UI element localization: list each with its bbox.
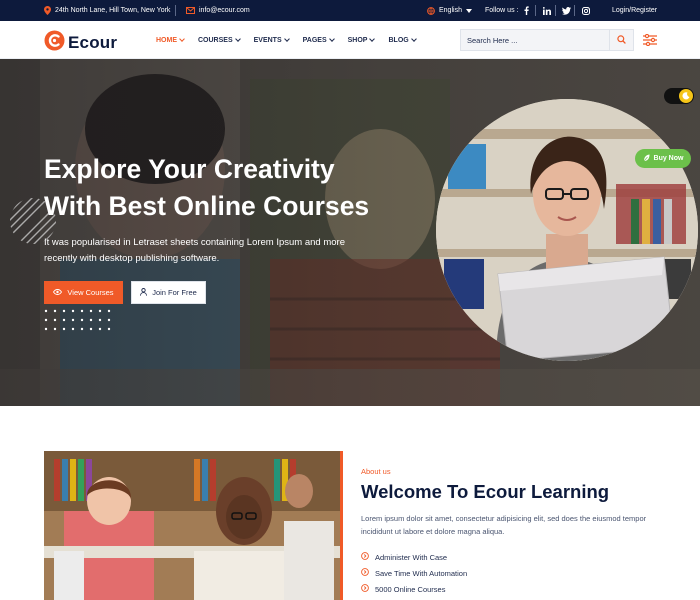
location-pin-icon xyxy=(44,6,51,15)
nav-label: COURSES xyxy=(198,36,233,44)
hero-title: Explore Your Creativity With Best Online… xyxy=(44,151,424,225)
twitter-icon[interactable] xyxy=(562,0,571,21)
arrow-circle-icon xyxy=(361,552,369,562)
nav-item-pages[interactable]: PAGES xyxy=(302,36,335,44)
list-item-label: 5000 Online Courses xyxy=(375,584,446,594)
about-students-image xyxy=(44,451,341,600)
search-box xyxy=(460,29,634,51)
divider xyxy=(555,5,556,16)
linkedin-icon[interactable] xyxy=(543,0,551,21)
main-nav: HOME COURSES EVENTS PAGES SHOP BLOG xyxy=(156,21,430,59)
envelope-icon xyxy=(186,7,195,14)
nav-label: SHOP xyxy=(347,36,368,44)
moon-icon xyxy=(679,89,693,103)
divider xyxy=(574,5,575,16)
language-selector[interactable]: English xyxy=(427,0,472,21)
nav-item-events[interactable]: EVENTS xyxy=(253,36,290,44)
about-title: Welcome To Ecour Learning xyxy=(361,481,610,502)
nav-label: PAGES xyxy=(302,36,327,44)
about-description: Lorem ipsum dolor sit amet, consectetur … xyxy=(361,514,647,536)
chevron-down-icon xyxy=(410,36,417,42)
hero-title-line1: Explore Your Creativity xyxy=(44,154,335,184)
logo[interactable]: Ecour xyxy=(44,30,117,56)
login-register-link[interactable]: Login/Register xyxy=(612,0,657,21)
about-kicker: About us xyxy=(361,467,391,476)
follow-label: Follow us : xyxy=(485,7,519,14)
facebook-icon[interactable] xyxy=(524,0,529,21)
view-courses-button[interactable]: View Courses xyxy=(44,281,123,304)
arrow-circle-icon xyxy=(361,568,369,578)
nav-item-blog[interactable]: BLOG xyxy=(388,36,417,44)
buy-now-button[interactable]: Buy Now xyxy=(635,149,691,168)
search-input[interactable] xyxy=(461,30,611,50)
divider xyxy=(175,5,176,16)
logo-mark-icon xyxy=(44,30,65,56)
address-text: 24th North Lane, Hill Town, New York xyxy=(55,7,171,14)
chevron-down-icon xyxy=(328,36,335,42)
email-item[interactable]: info@ecour.com xyxy=(186,0,250,21)
theme-toggle[interactable] xyxy=(664,88,694,104)
leaf-icon xyxy=(643,154,650,164)
nav-label: EVENTS xyxy=(253,36,282,44)
nav-item-shop[interactable]: SHOP xyxy=(347,36,376,44)
globe-icon xyxy=(427,6,435,15)
nav-item-courses[interactable]: COURSES xyxy=(198,36,241,44)
hero-student-image xyxy=(436,99,698,361)
nav-item-home[interactable]: HOME xyxy=(156,36,185,44)
chevron-down-icon xyxy=(179,36,185,42)
image-accent-bar xyxy=(340,451,343,600)
nav-label: BLOG xyxy=(388,36,409,44)
user-icon xyxy=(140,287,148,298)
list-item-label: Administer With Case xyxy=(375,552,448,562)
hero-title-line2: With Best Online Courses xyxy=(44,191,370,221)
list-item: 5000 Online Courses xyxy=(361,581,467,597)
divider xyxy=(535,5,536,16)
chevron-down-icon xyxy=(369,36,376,42)
hero-section: Explore Your Creativity With Best Online… xyxy=(0,59,700,406)
view-courses-label: View Courses xyxy=(67,288,114,297)
chevron-down-icon xyxy=(283,36,290,42)
join-for-free-label: Join For Free xyxy=(152,288,197,297)
search-icon xyxy=(617,31,626,49)
feature-list: Administer With Case Save Time With Auto… xyxy=(361,549,467,597)
nav-label: HOME xyxy=(156,36,177,44)
instagram-icon[interactable] xyxy=(582,0,590,21)
arrow-circle-icon xyxy=(361,584,369,594)
list-item-label: Save Time With Automation xyxy=(375,568,468,578)
logo-text: Ecour xyxy=(68,33,118,52)
top-bar: 24th North Lane, Hill Town, New York inf… xyxy=(0,0,700,21)
list-item: Administer With Case xyxy=(361,549,467,565)
search-button[interactable] xyxy=(609,30,633,50)
filter-settings-icon[interactable] xyxy=(643,33,657,51)
list-item: Save Time With Automation xyxy=(361,565,467,581)
join-for-free-button[interactable]: Join For Free xyxy=(131,281,206,304)
email-link[interactable]: info@ecour.com xyxy=(199,7,250,14)
address-item: 24th North Lane, Hill Town, New York xyxy=(44,0,170,21)
hero-description: It was popularised in Letraset sheets co… xyxy=(44,237,345,264)
buy-now-label: Buy Now xyxy=(653,155,684,162)
main-header: Ecour HOME COURSES EVENTS PAGES SHOP BLO… xyxy=(0,21,700,59)
eye-icon xyxy=(53,288,63,297)
caret-down-icon xyxy=(465,8,472,13)
language-label[interactable]: English xyxy=(439,7,462,14)
dot-grid-decoration xyxy=(44,309,111,331)
chevron-down-icon xyxy=(234,36,241,42)
